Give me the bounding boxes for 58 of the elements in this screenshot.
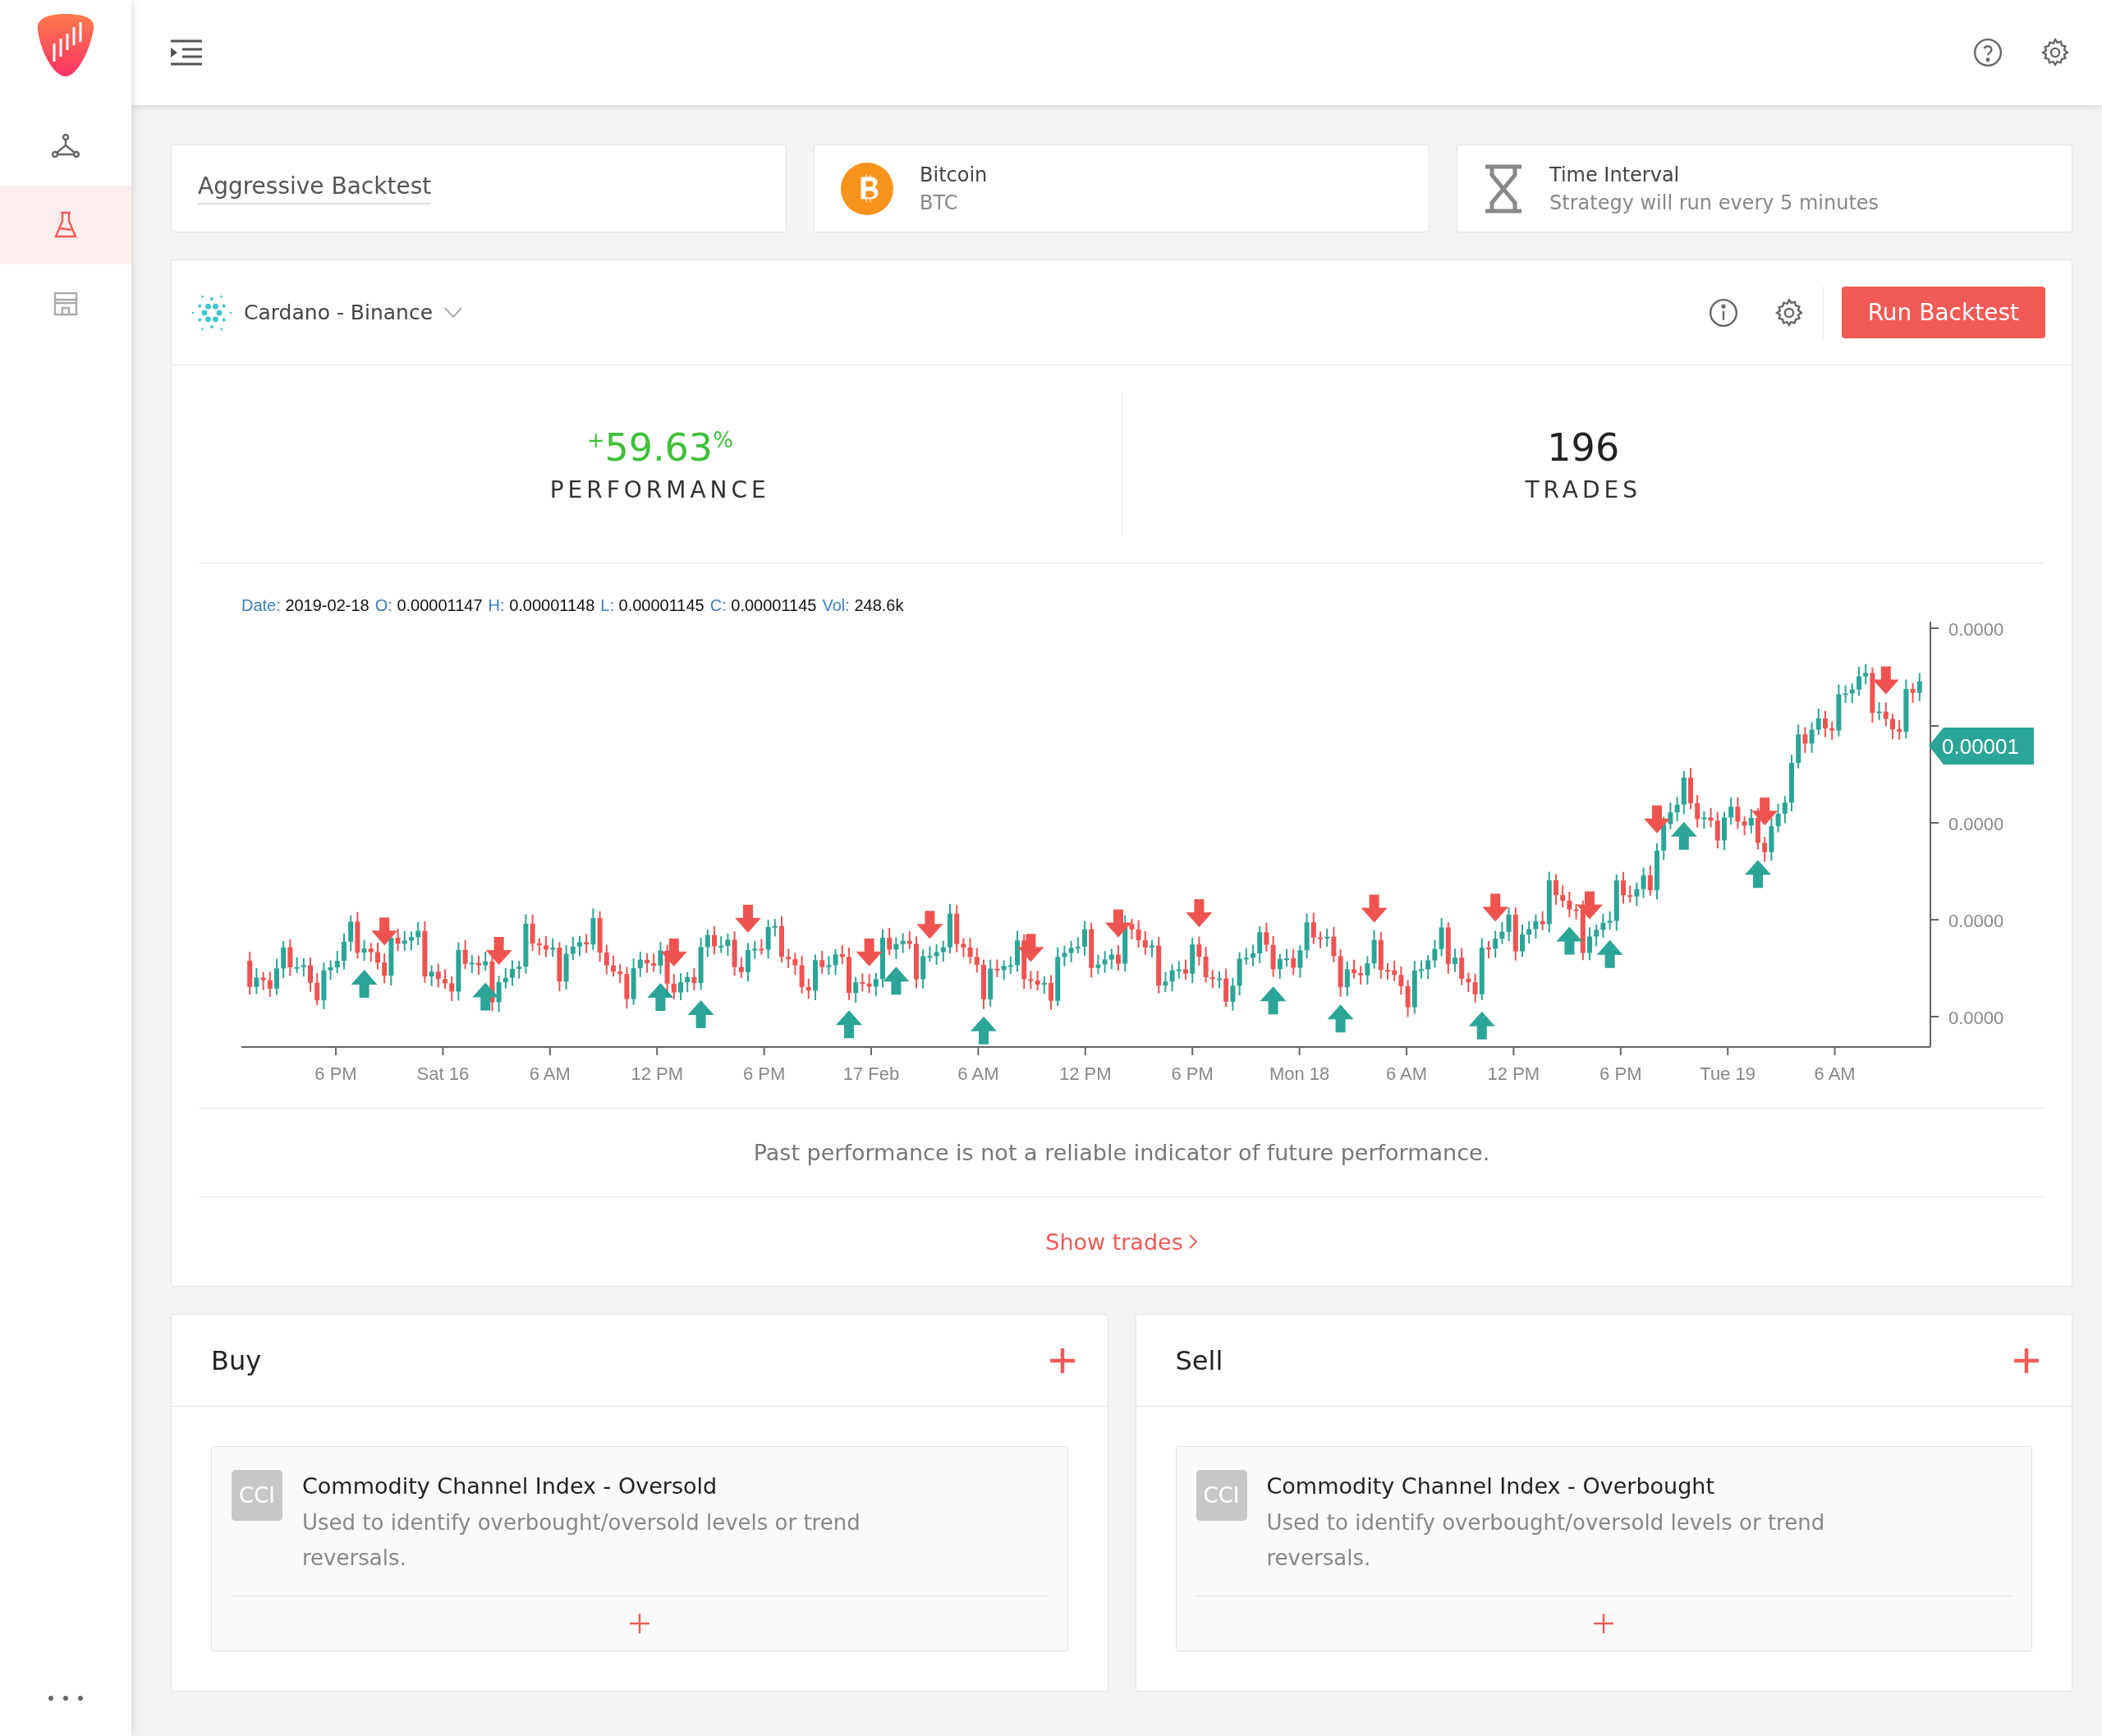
ohlc-entry: O: 0.00001147 — [374, 596, 483, 615]
more-icon[interactable] — [48, 1695, 84, 1702]
price-tag: 0.00001 — [1929, 728, 2034, 765]
disclaimer: Past performance is not a reliable indicator of future performance. — [199, 1109, 2045, 1197]
asset-symbol: BTC — [920, 191, 959, 214]
axis-label: 17 Feb — [842, 1063, 900, 1084]
axis-label: 0.0000 — [1948, 622, 2004, 640]
strategy-name-field[interactable]: Aggressive Backtest — [198, 172, 432, 204]
stat-value: 196 — [1547, 425, 1620, 470]
interval-title: Time Interval — [1549, 163, 1681, 186]
ohlc-entry: H: 0.00001148 — [488, 596, 595, 615]
interval-description: Strategy will run every 5 minutes — [1549, 191, 1879, 214]
add-icon[interactable] — [1594, 1614, 1614, 1633]
axis-label: 6 PM — [314, 1063, 357, 1084]
stat-value: $^{+}$59.63$^{%}$ — [586, 425, 733, 470]
axis-label: 6 AM — [1814, 1063, 1856, 1084]
menu-icon[interactable] — [171, 39, 202, 66]
flask-icon — [54, 211, 77, 239]
help-icon[interactable] — [1972, 37, 2003, 68]
settings-icon[interactable] — [2040, 37, 2071, 68]
hourglass-icon — [1484, 163, 1523, 214]
axis-label: 0.0000 — [1948, 911, 2004, 931]
condition-title: Commodity Channel Index - Overbought — [1266, 1473, 1715, 1499]
chevron-right-icon — [1187, 1233, 1198, 1250]
stat-label: TRADES — [1525, 475, 1642, 503]
market-selector[interactable]: Cardano - Binance — [244, 301, 434, 324]
axis-label: 12 PM — [1059, 1063, 1112, 1084]
axis-label: 12 PM — [1487, 1063, 1540, 1084]
axis-label: 6 AM — [529, 1063, 571, 1084]
axis-label: 6 AM — [957, 1063, 999, 1084]
asset-name: Bitcoin — [920, 163, 988, 186]
axis-label: 6 PM — [1599, 1063, 1642, 1084]
axis-label: 12 PM — [631, 1063, 683, 1084]
logo-icon[interactable] — [36, 14, 95, 76]
axis-label: 6 PM — [1171, 1063, 1214, 1084]
axis-label: 0.0000 — [1948, 1008, 2004, 1028]
axis-label: Mon 18 — [1269, 1063, 1330, 1084]
condition-title: Commodity Channel Index - Oversold — [302, 1473, 718, 1499]
ohlc-entry: Vol: 248.6k — [822, 596, 904, 615]
axis-label: Sat 16 — [416, 1063, 470, 1084]
chevron-down-icon[interactable] — [444, 306, 463, 319]
panel-title: Sell — [1175, 1344, 1223, 1376]
panel-title: Buy — [211, 1344, 262, 1376]
condition-description: Used to identify overbought/oversold levels or trend reversals. — [302, 1509, 861, 1572]
axis-label: 6 PM — [742, 1063, 786, 1084]
ohlc-entry: Date: 2019-02-18 — [241, 596, 369, 615]
axis-label: 0.0000 — [1948, 814, 2004, 834]
ohlc-entry: C: 0.00001145 — [709, 596, 817, 615]
condition-description: Used to identify overbought/oversold levels or trend reversals. — [1266, 1509, 1826, 1572]
add-icon[interactable] — [629, 1614, 649, 1633]
axis-label: Tue 19 — [1700, 1063, 1756, 1084]
stat-label: PERFORMANCE — [549, 475, 770, 503]
ohlc-entry: L: 0.00001145 — [600, 596, 704, 615]
axis-label: 6 AM — [1385, 1063, 1428, 1084]
network-icon — [52, 134, 80, 158]
store-icon — [53, 291, 79, 317]
info-icon[interactable] — [1707, 296, 1739, 328]
bitcoin-icon — [841, 162, 893, 215]
